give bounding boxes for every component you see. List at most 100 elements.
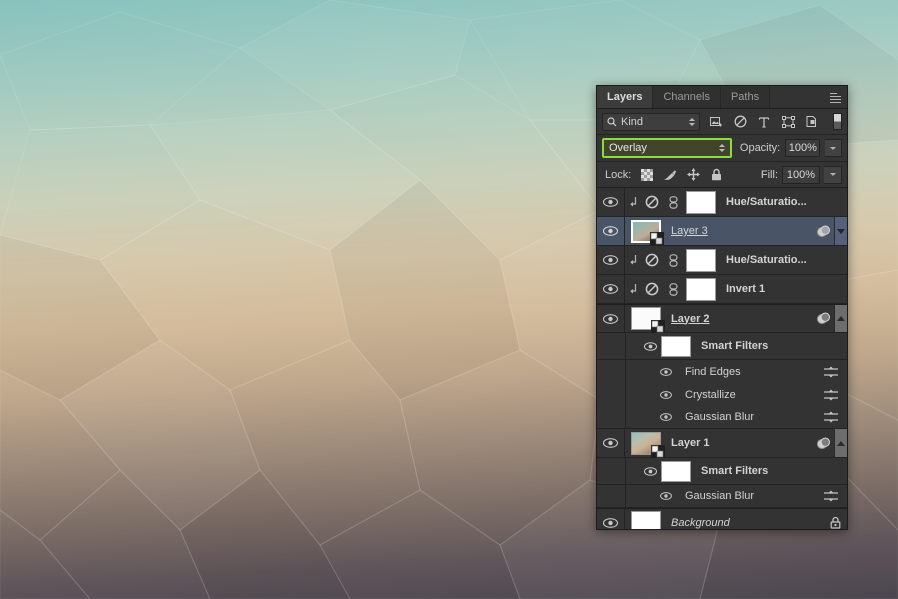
fill-input[interactable]: 100%	[782, 165, 820, 184]
layer-visibility-toggle[interactable]	[597, 246, 625, 274]
filter-blending-options-icon[interactable]	[824, 490, 838, 502]
panel-menu-icon	[829, 92, 841, 103]
table-row[interactable]: Hue/Saturatio...	[597, 188, 847, 217]
smart-filter-name[interactable]: Gaussian Blur	[685, 490, 754, 502]
smart-filter-visibility-toggle[interactable]	[657, 413, 675, 421]
smart-filter-row[interactable]: Gaussian Blur	[597, 406, 847, 429]
smart-filters-group-row[interactable]: Smart Filters	[597, 458, 847, 485]
opacity-stepper[interactable]	[825, 139, 842, 157]
smart-filter-visibility-toggle[interactable]	[657, 390, 675, 399]
collapse-smart-filters-toggle[interactable]	[834, 305, 847, 332]
table-row[interactable]: Layer 3	[597, 217, 847, 246]
layer-mask-thumbnail[interactable]	[686, 248, 716, 272]
hue-saturation-adjustment-icon[interactable]	[641, 195, 663, 209]
lock-all-icon[interactable]	[709, 168, 723, 182]
pixel-layer-filter-icon[interactable]	[709, 115, 723, 129]
filter-kind-select[interactable]: Kind	[602, 112, 700, 131]
layer-mask-thumbnail[interactable]	[686, 190, 716, 214]
fill-stepper[interactable]	[824, 165, 842, 184]
panel-menu-button[interactable]	[823, 86, 847, 108]
collapse-smart-filters-toggle[interactable]	[834, 429, 847, 457]
layer-name[interactable]: Hue/Saturatio...	[726, 254, 807, 266]
hue-saturation-adjustment-icon[interactable]	[641, 253, 663, 267]
search-icon	[607, 116, 617, 126]
tab-paths[interactable]: Paths	[720, 86, 771, 108]
smart-filter-indicator-icon[interactable]	[812, 437, 834, 450]
layer-name[interactable]: Layer 1	[671, 437, 710, 449]
row-right-controls	[812, 217, 847, 245]
opacity-input[interactable]: 100%	[785, 139, 821, 157]
lock-position-icon[interactable]	[686, 168, 700, 182]
eye-icon	[660, 413, 672, 421]
mask-link-icon[interactable]	[663, 195, 683, 209]
smart-filters-group-row[interactable]: Smart Filters	[597, 333, 847, 360]
smart-filter-visibility-toggle[interactable]	[657, 492, 675, 500]
layer-name[interactable]: Hue/Saturatio...	[726, 196, 807, 208]
table-row[interactable]: Layer 2	[597, 304, 847, 333]
layer-visibility-toggle[interactable]	[597, 429, 625, 457]
tab-layers[interactable]: Layers	[597, 86, 654, 108]
layer-thumbnail[interactable]	[631, 307, 665, 333]
invert-adjustment-icon[interactable]	[641, 282, 663, 296]
layer-locked-icon[interactable]	[823, 516, 847, 529]
layers-panel: Layers Channels Paths Kind Overlay Opaci…	[596, 85, 848, 530]
smart-filters-label: Smart Filters	[701, 340, 769, 352]
table-row[interactable]: Layer 1	[597, 429, 847, 458]
filter-kind-spinner[interactable]	[689, 117, 695, 126]
type-layer-filter-icon[interactable]	[757, 115, 771, 129]
smart-filter-name[interactable]: Crystallize	[685, 389, 736, 401]
layer-list[interactable]: Hue/Saturatio... Layer 3 Hue/Saturatio..…	[597, 188, 847, 529]
eye-icon	[603, 517, 618, 528]
blend-mode-select[interactable]: Overlay	[602, 138, 732, 158]
clipping-mask-indicator-icon	[625, 254, 641, 266]
tab-channels[interactable]: Channels	[653, 86, 721, 108]
adjustment-layer-filter-icon[interactable]	[733, 115, 747, 129]
smart-filter-indicator-icon[interactable]	[812, 225, 834, 238]
filter-blending-options-icon[interactable]	[824, 411, 838, 423]
lock-transparent-pixels-icon[interactable]	[640, 168, 654, 182]
eye-icon	[603, 226, 618, 236]
table-row[interactable]: Invert 1	[597, 275, 847, 304]
layer-visibility-toggle[interactable]	[597, 217, 625, 245]
filter-enable-toggle[interactable]	[833, 113, 842, 130]
eye-icon	[603, 255, 618, 265]
layer-name[interactable]: Layer 3	[671, 225, 708, 237]
layer-name[interactable]: Background	[671, 517, 730, 529]
layer-visibility-toggle[interactable]	[597, 305, 625, 332]
smart-filter-row[interactable]: Gaussian Blur	[597, 485, 847, 508]
expand-smart-filters-toggle[interactable]	[834, 217, 847, 245]
smart-filter-name[interactable]: Gaussian Blur	[685, 411, 754, 423]
layer-visibility-toggle[interactable]	[597, 509, 625, 529]
table-row[interactable]: Hue/Saturatio...	[597, 246, 847, 275]
eye-icon	[660, 390, 672, 399]
smart-filters-mask-thumbnail[interactable]	[661, 335, 691, 357]
lock-image-pixels-icon[interactable]	[663, 168, 677, 182]
smart-filter-indicator-icon[interactable]	[812, 312, 834, 325]
mask-link-icon[interactable]	[663, 282, 683, 296]
shape-layer-filter-icon[interactable]	[781, 115, 795, 129]
smart-object-badge-icon	[651, 320, 665, 333]
layer-name[interactable]: Layer 2	[671, 313, 710, 325]
blend-mode-spinner[interactable]	[718, 144, 725, 152]
smart-filter-name[interactable]: Find Edges	[685, 366, 741, 378]
layer-name[interactable]: Invert 1	[726, 283, 765, 295]
layer-visibility-toggle[interactable]	[597, 275, 625, 303]
layer-visibility-toggle[interactable]	[597, 188, 625, 216]
eye-icon	[643, 466, 657, 476]
smart-filters-mask-thumbnail[interactable]	[661, 460, 691, 482]
layer-thumbnail[interactable]	[631, 219, 664, 245]
smart-object-filter-icon[interactable]	[805, 115, 819, 129]
smart-filter-visibility-toggle[interactable]	[657, 367, 675, 376]
fill-label: Fill:	[760, 168, 778, 181]
table-row[interactable]: Background	[597, 508, 847, 529]
smart-filter-row[interactable]: Crystallize	[597, 383, 847, 406]
filter-blending-options-icon[interactable]	[824, 366, 838, 378]
layer-thumbnail[interactable]	[631, 511, 661, 529]
smart-filter-row[interactable]: Find Edges	[597, 360, 847, 383]
smart-filters-visibility-toggle[interactable]	[641, 466, 659, 476]
smart-filters-visibility-toggle[interactable]	[641, 341, 659, 351]
mask-link-icon[interactable]	[663, 253, 683, 267]
layer-thumbnail[interactable]	[631, 431, 665, 458]
filter-blending-options-icon[interactable]	[824, 389, 838, 401]
layer-mask-thumbnail[interactable]	[686, 277, 716, 301]
